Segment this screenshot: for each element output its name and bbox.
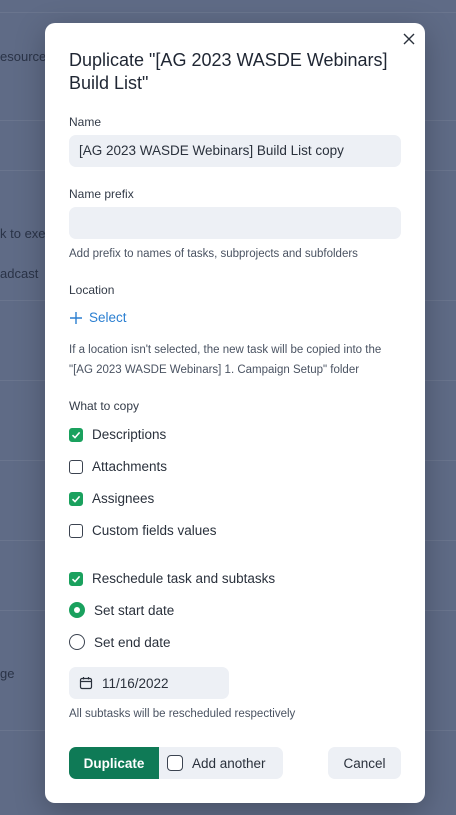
option-label: Descriptions <box>92 427 167 442</box>
check-icon <box>71 431 81 439</box>
copy-option-descriptions[interactable]: Descriptions <box>69 427 166 442</box>
copy-option-assignees[interactable]: Assignees <box>69 491 154 506</box>
name-prefix-label: Name prefix <box>69 187 134 201</box>
date-value: 11/16/2022 <box>102 675 169 691</box>
checkbox-checked[interactable] <box>69 571 83 586</box>
background-text: k to exe <box>0 226 46 241</box>
location-hint-line2: "[AG 2023 WASDE Webinars] 1. Campaign Se… <box>69 364 360 376</box>
option-label: Set start date <box>94 602 175 618</box>
option-label: Set end date <box>94 634 171 650</box>
what-to-copy-label: What to copy <box>69 399 140 413</box>
select-location-link[interactable]: Select <box>69 310 127 325</box>
duplicate-button[interactable]: Duplicate <box>69 747 159 779</box>
copy-option-custom-fields[interactable]: Custom fields values <box>69 523 217 538</box>
name-label: Name <box>69 115 102 129</box>
name-prefix-hint: Add prefix to names of tasks, subproject… <box>69 248 358 260</box>
background-text: ge <box>0 666 15 681</box>
location-hint-line1: If a location isn't selected, the new ta… <box>69 344 382 356</box>
radio-selected[interactable] <box>69 602 85 618</box>
name-input[interactable] <box>69 135 401 167</box>
add-another-toggle[interactable]: Add another <box>159 747 283 779</box>
location-label: Location <box>69 283 115 297</box>
close-icon <box>403 33 415 45</box>
duplicate-dialog: Duplicate "[AG 2023 WASDE Webinars] Buil… <box>45 23 425 803</box>
cancel-button[interactable]: Cancel <box>328 747 401 779</box>
radio-unselected[interactable] <box>69 634 85 650</box>
checkbox-checked[interactable] <box>69 491 83 506</box>
date-picker[interactable]: 11/16/2022 <box>69 667 229 699</box>
name-prefix-input[interactable] <box>69 207 401 239</box>
checkbox-unchecked[interactable] <box>167 755 183 771</box>
reschedule-hint: All subtasks will be rescheduled respect… <box>69 708 296 720</box>
check-icon <box>71 575 81 583</box>
reschedule-option[interactable]: Reschedule task and subtasks <box>69 571 275 586</box>
set-start-date-radio[interactable]: Set start date <box>69 602 174 618</box>
calendar-icon <box>79 677 93 690</box>
option-label: Assignees <box>92 491 155 506</box>
close-button[interactable] <box>401 31 417 47</box>
dialog-title: Duplicate "[AG 2023 WASDE Webinars] Buil… <box>69 50 388 93</box>
set-end-date-radio[interactable]: Set end date <box>69 634 171 650</box>
checkbox-unchecked[interactable] <box>69 523 83 538</box>
background-text: adcast <box>0 266 39 281</box>
checkbox-checked[interactable] <box>69 427 83 442</box>
plus-icon <box>70 311 82 324</box>
select-label: Select <box>89 310 127 325</box>
add-another-label: Add another <box>192 755 266 771</box>
copy-option-attachments[interactable]: Attachments <box>69 459 167 474</box>
check-icon <box>71 495 81 503</box>
checkbox-unchecked[interactable] <box>69 459 83 474</box>
option-label: Attachments <box>92 459 168 474</box>
option-label: Reschedule task and subtasks <box>92 571 276 586</box>
option-label: Custom fields values <box>92 523 217 538</box>
